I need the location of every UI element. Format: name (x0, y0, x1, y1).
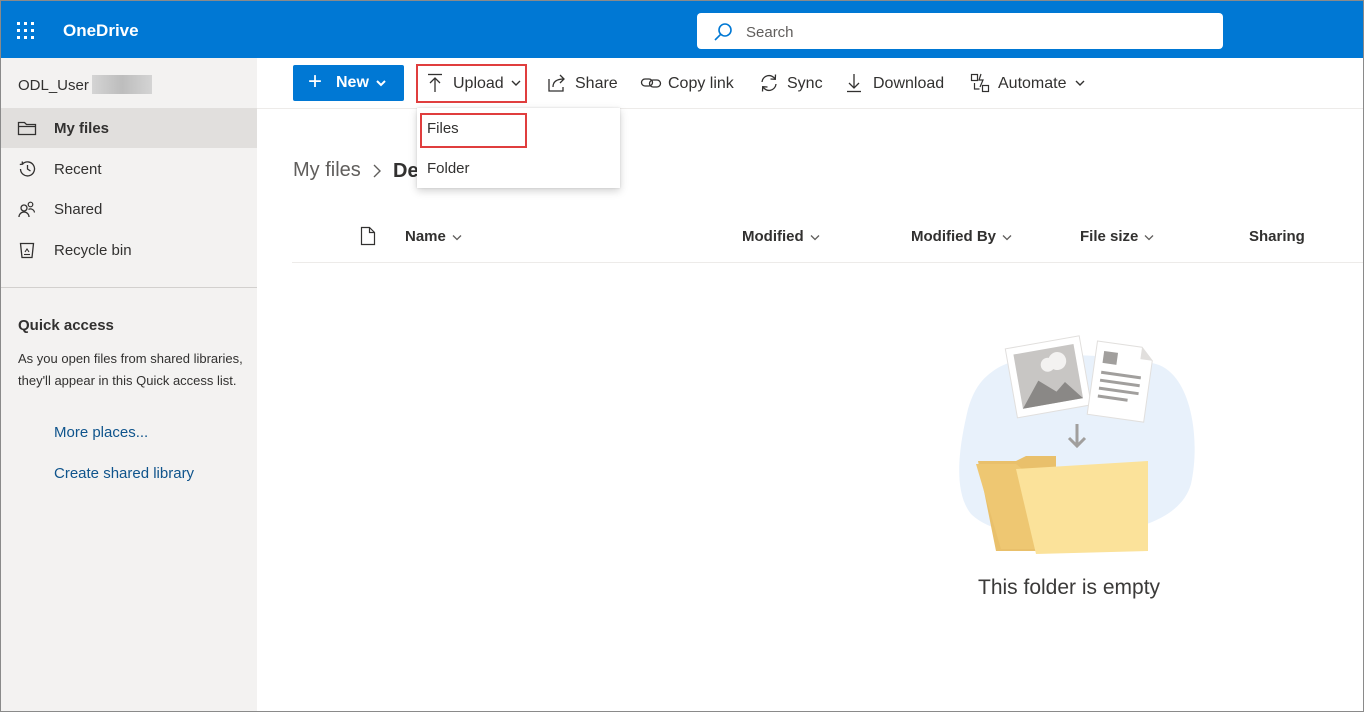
empty-folder-illustration (959, 335, 1195, 554)
nav-item-recent[interactable]: Recent (1, 149, 257, 189)
user-name[interactable]: ODL_User (18, 77, 89, 94)
search-input[interactable]: Search (697, 13, 1223, 49)
user-name-redacted (92, 75, 152, 94)
files-highlight-box (420, 113, 527, 148)
share-icon (548, 74, 565, 92)
chevron-right-icon (373, 164, 381, 178)
nav-item-recycle-bin[interactable]: Recycle bin (1, 230, 257, 270)
chevron-down-icon (810, 234, 820, 240)
upload-menu-item-folder[interactable]: Folder (417, 148, 620, 188)
breadcrumb-current: De (393, 160, 419, 182)
new-button-label: New (336, 74, 369, 91)
menu-item-label: Folder (427, 160, 470, 177)
automate-button-label: Automate (998, 75, 1067, 92)
breadcrumb-root[interactable]: My files (293, 159, 361, 182)
app-name[interactable]: OneDrive (63, 21, 139, 41)
nav-label: My files (54, 120, 110, 137)
download-button[interactable]: Download (846, 58, 946, 108)
sync-button[interactable]: Sync (759, 58, 825, 108)
folder-icon (17, 121, 37, 136)
app-launcher-icon[interactable] (17, 22, 35, 40)
download-button-label: Download (873, 75, 945, 92)
recycle-bin-icon (19, 242, 35, 259)
chevron-down-icon (1144, 234, 1154, 240)
search-icon (714, 23, 732, 41)
top-bar: OneDrive Search (1, 1, 1363, 58)
column-header-label: Name (405, 228, 446, 245)
column-header-label: Modified (742, 228, 804, 245)
file-type-icon[interactable] (360, 226, 376, 246)
quick-access-description: As you open files from shared libraries,… (18, 351, 243, 388)
link-icon (640, 78, 662, 88)
nav-label: Recent (54, 161, 102, 178)
column-header-label: File size (1080, 228, 1139, 245)
share-button-label: Share (575, 75, 618, 92)
sync-button-label: Sync (787, 75, 823, 92)
automate-icon (970, 73, 990, 93)
automate-button[interactable]: Automate (970, 58, 1088, 108)
more-places-link[interactable]: More places... (54, 424, 148, 441)
sync-icon (761, 74, 777, 92)
chevron-down-icon (376, 80, 386, 87)
copy-link-button[interactable]: Copy link (640, 58, 738, 108)
chevron-down-icon (1002, 234, 1012, 240)
empty-folder-message: This folder is empty (978, 576, 1161, 599)
column-header-modified-by[interactable]: Modified By (911, 228, 1012, 245)
create-shared-library-link[interactable]: Create shared library (54, 465, 194, 482)
chevron-down-icon (452, 234, 462, 240)
file-list-header: Name Modified Modified By File size Shar… (292, 215, 1363, 263)
column-header-name[interactable]: Name (405, 228, 462, 245)
plus-icon: + (308, 68, 323, 95)
new-button[interactable]: + New (293, 65, 404, 101)
onedrive-window: OneDrive Search ODL_User My files Recent… (0, 0, 1364, 712)
column-header-sharing[interactable]: Sharing (1249, 228, 1305, 245)
people-icon (18, 201, 36, 218)
column-header-file-size[interactable]: File size (1080, 228, 1154, 245)
copy-link-label: Copy link (668, 75, 734, 92)
left-nav: ODL_User My files Recent Shared Recycle … (1, 58, 257, 711)
nav-label: Recycle bin (54, 242, 132, 259)
sidebar-divider (1, 287, 257, 288)
nav-item-my-files[interactable]: My files (1, 108, 257, 148)
nav-item-shared[interactable]: Shared (1, 189, 257, 229)
chevron-down-icon (1075, 80, 1085, 86)
download-icon (847, 74, 861, 93)
column-header-label: Sharing (1249, 228, 1305, 245)
nav-label: Shared (54, 201, 103, 218)
share-button[interactable]: Share (547, 58, 619, 108)
upload-highlight-box (416, 64, 527, 103)
search-placeholder: Search (746, 24, 794, 41)
clock-icon (19, 161, 36, 177)
column-header-label: Modified By (911, 228, 996, 245)
quick-access-title: Quick access (18, 317, 114, 334)
column-header-modified[interactable]: Modified (742, 228, 820, 245)
